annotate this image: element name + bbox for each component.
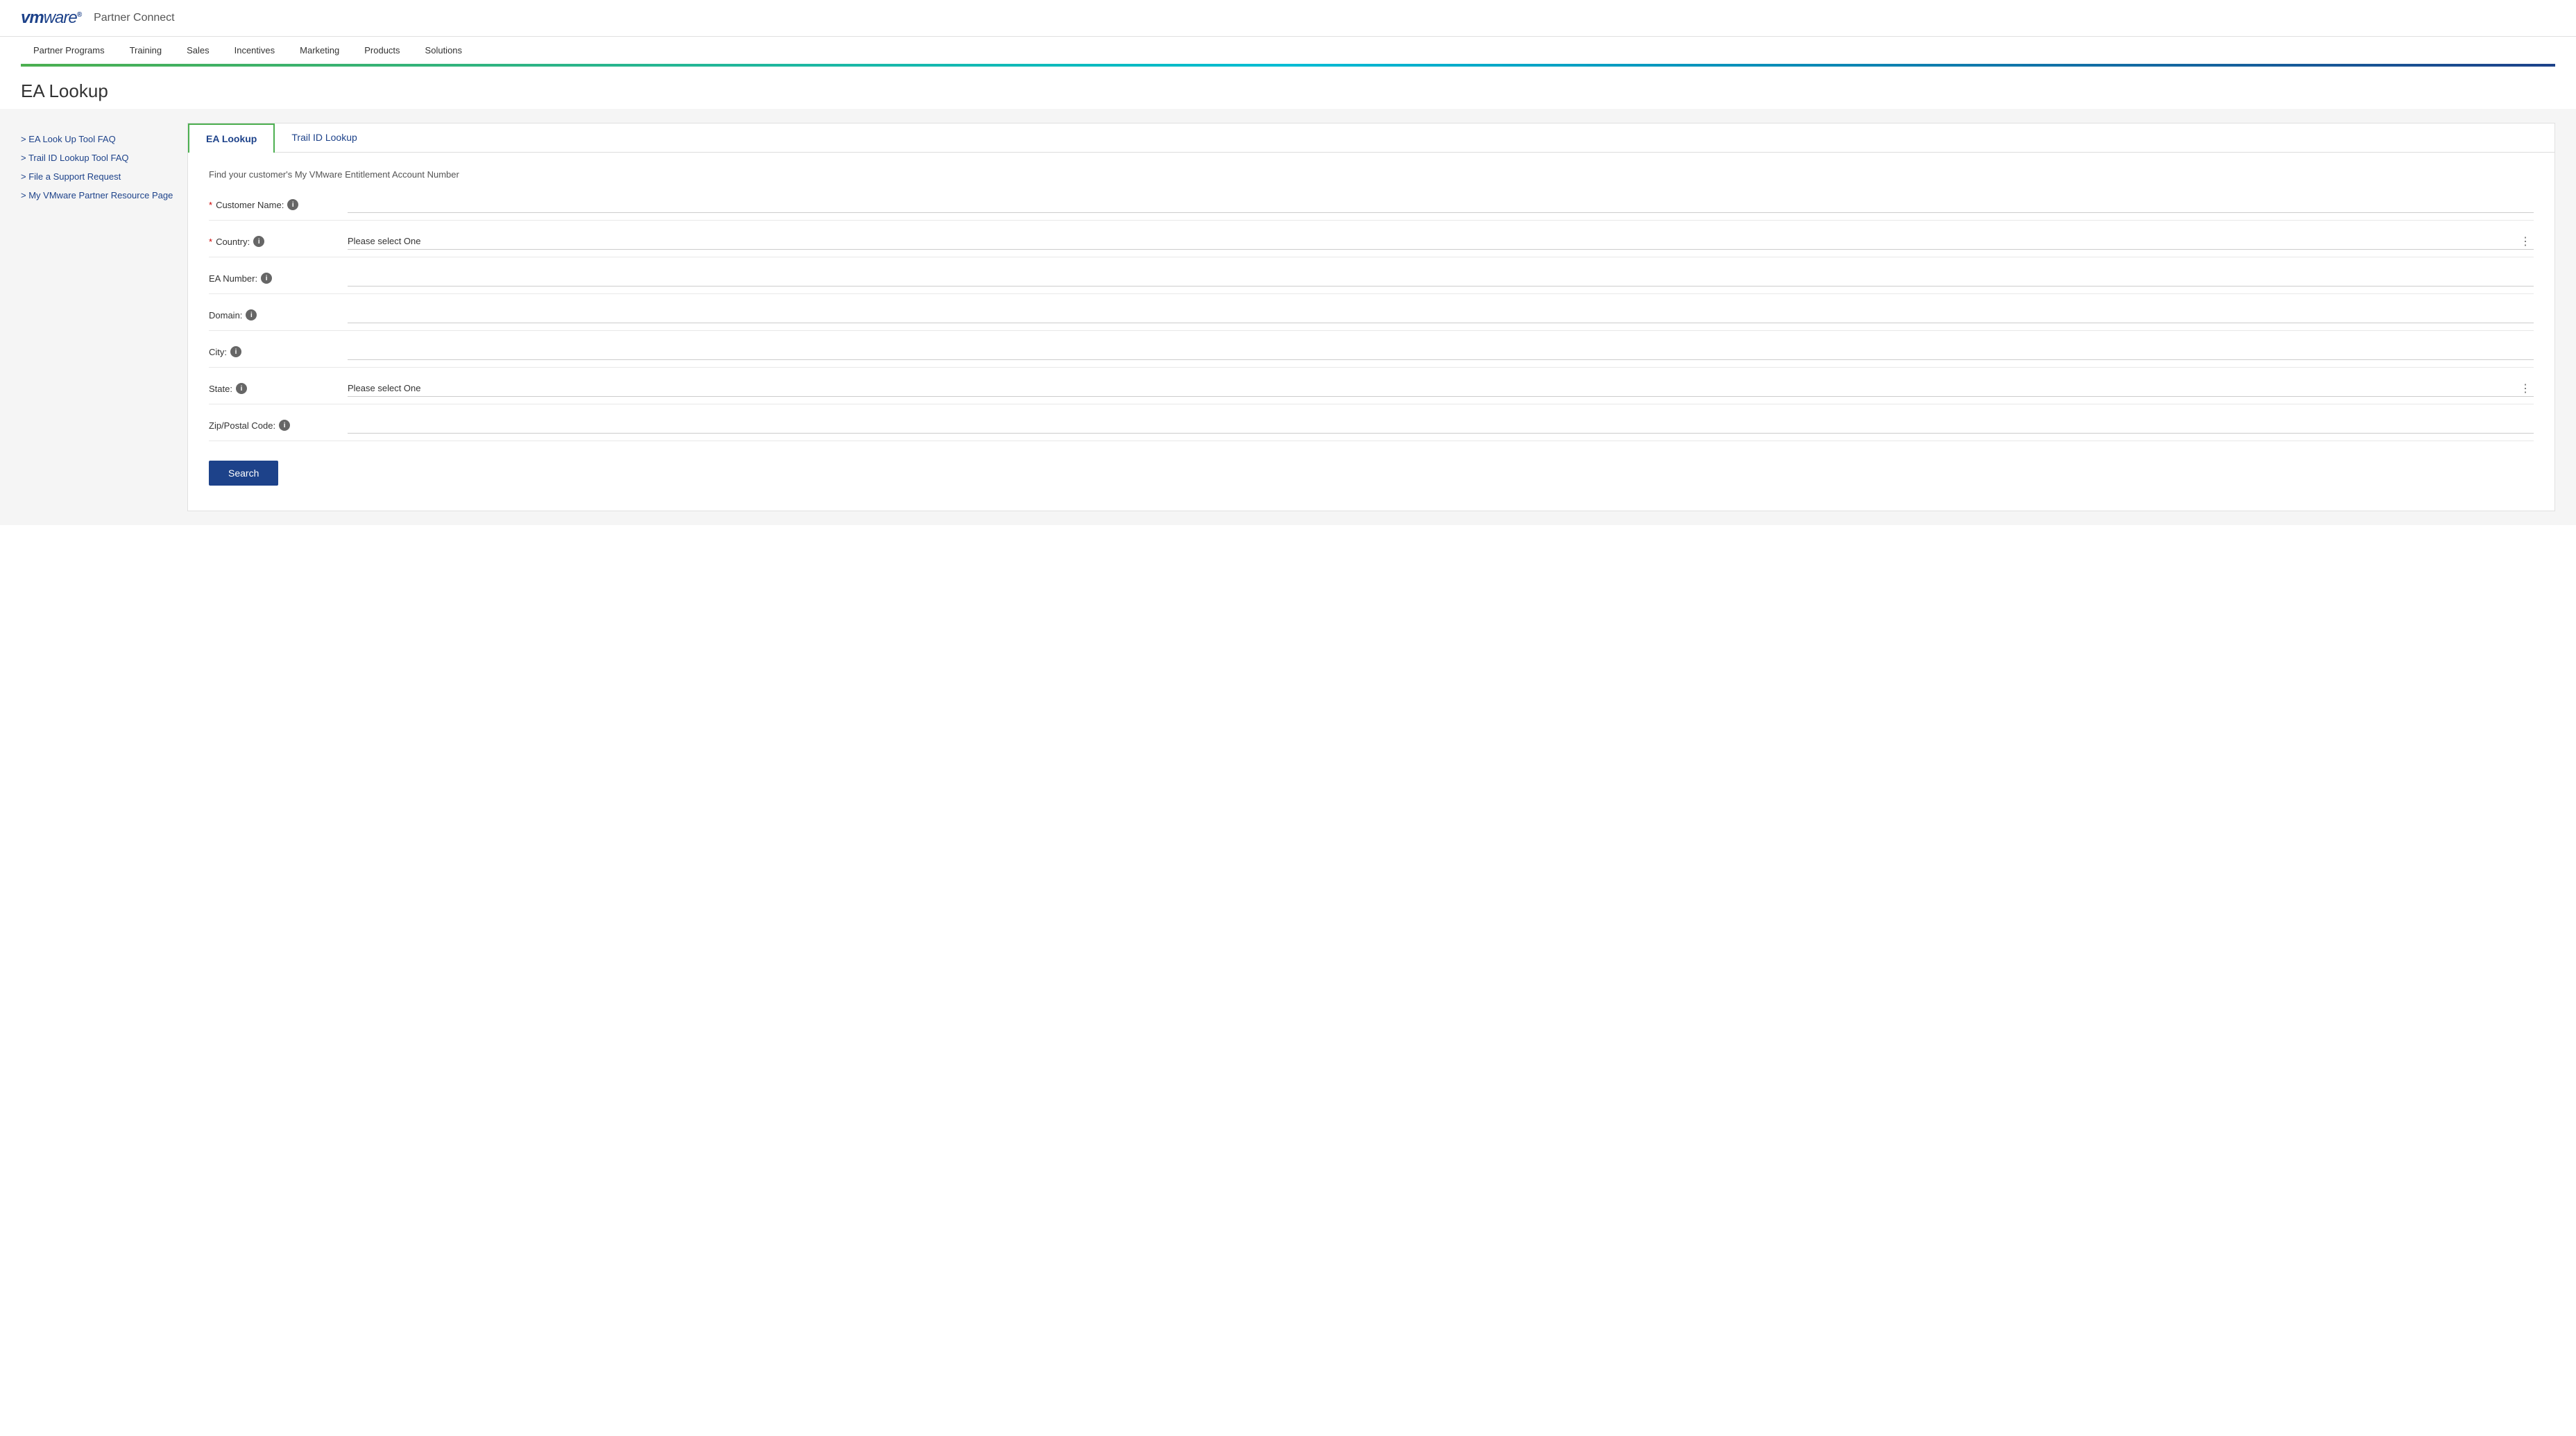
country-label: * Country: i: [209, 236, 348, 247]
page-title: EA Lookup: [21, 80, 2555, 102]
sidebar-link-ea-faq[interactable]: EA Look Up Tool FAQ: [21, 130, 173, 148]
tab-ea-lookup[interactable]: EA Lookup: [188, 123, 275, 153]
ea-number-label: EA Number: i: [209, 273, 348, 284]
form-row-country: * Country: i Please select One ⋮: [209, 233, 2534, 257]
zip-label: Zip/Postal Code: i: [209, 420, 348, 431]
partner-connect-label: Partner Connect: [94, 12, 175, 24]
form-row-customer-name: * Customer Name: i: [209, 196, 2534, 221]
form-description: Find your customer's My VMware Entitleme…: [209, 169, 2534, 180]
city-info-icon[interactable]: i: [230, 346, 241, 357]
page-title-area: EA Lookup: [0, 67, 2576, 109]
sidebar-link-partner-resource[interactable]: My VMware Partner Resource Page: [21, 186, 173, 205]
domain-label-text: Domain:: [209, 310, 242, 320]
zip-label-text: Zip/Postal Code:: [209, 420, 275, 431]
state-select-wrapper: Please select One ⋮: [348, 380, 2534, 397]
city-input[interactable]: [348, 343, 2534, 360]
ea-number-label-text: EA Number:: [209, 273, 257, 284]
zip-info-icon[interactable]: i: [279, 420, 290, 431]
customer-name-input[interactable]: [348, 196, 2534, 213]
nav-items: Partner Programs Training Sales Incentiv…: [21, 37, 2555, 64]
country-select-wrapper: Please select One ⋮: [348, 233, 2534, 250]
nav-item-incentives[interactable]: Incentives: [222, 37, 288, 64]
nav-item-products[interactable]: Products: [352, 37, 412, 64]
ea-number-input[interactable]: [348, 270, 2534, 287]
required-asterisk-country: *: [209, 237, 212, 247]
form-row-ea-number: EA Number: i: [209, 270, 2534, 294]
state-info-icon[interactable]: i: [236, 383, 247, 394]
city-label-text: City:: [209, 347, 227, 357]
ea-number-info-icon[interactable]: i: [261, 273, 272, 284]
state-select[interactable]: Please select One: [348, 380, 2534, 396]
state-label-text: State:: [209, 384, 232, 394]
customer-name-info-icon[interactable]: i: [287, 199, 298, 210]
nav-item-marketing[interactable]: Marketing: [287, 37, 352, 64]
domain-info-icon[interactable]: i: [246, 309, 257, 320]
tab-trail-id-lookup[interactable]: Trail ID Lookup: [275, 123, 373, 152]
customer-name-label: * Customer Name: i: [209, 199, 348, 210]
nav-item-solutions[interactable]: Solutions: [413, 37, 475, 64]
search-button[interactable]: Search: [209, 461, 278, 486]
sidebar: EA Look Up Tool FAQ Trail ID Lookup Tool…: [21, 123, 173, 511]
country-select[interactable]: Please select One: [348, 233, 2534, 249]
header: vmware® Partner Connect: [0, 0, 2576, 37]
domain-label: Domain: i: [209, 309, 348, 320]
form-content: Find your customer's My VMware Entitleme…: [188, 153, 2554, 502]
customer-name-label-text: Customer Name:: [216, 200, 284, 210]
sidebar-link-trail-faq[interactable]: Trail ID Lookup Tool FAQ: [21, 148, 173, 167]
nav-item-sales[interactable]: Sales: [174, 37, 222, 64]
sidebar-link-support[interactable]: File a Support Request: [21, 167, 173, 186]
nav-item-partner-programs[interactable]: Partner Programs: [21, 37, 117, 64]
required-asterisk: *: [209, 200, 212, 210]
nav-item-training[interactable]: Training: [117, 37, 174, 64]
tabs: EA Lookup Trail ID Lookup: [188, 123, 2554, 153]
nav-bar: Partner Programs Training Sales Incentiv…: [0, 37, 2576, 67]
form-row-city: City: i: [209, 343, 2534, 368]
form-row-zip: Zip/Postal Code: i: [209, 417, 2534, 441]
domain-input[interactable]: [348, 307, 2534, 323]
right-panel: EA Lookup Trail ID Lookup Find your cust…: [187, 123, 2555, 511]
form-row-domain: Domain: i: [209, 307, 2534, 331]
zip-input[interactable]: [348, 417, 2534, 434]
state-label: State: i: [209, 383, 348, 394]
country-info-icon[interactable]: i: [253, 236, 264, 247]
logo-area: vmware® Partner Connect: [21, 8, 175, 28]
city-label: City: i: [209, 346, 348, 357]
main-content: EA Look Up Tool FAQ Trail ID Lookup Tool…: [0, 109, 2576, 525]
form-row-state: State: i Please select One ⋮: [209, 380, 2534, 404]
vmware-logo: vmware®: [21, 8, 81, 28]
country-label-text: Country:: [216, 237, 250, 247]
